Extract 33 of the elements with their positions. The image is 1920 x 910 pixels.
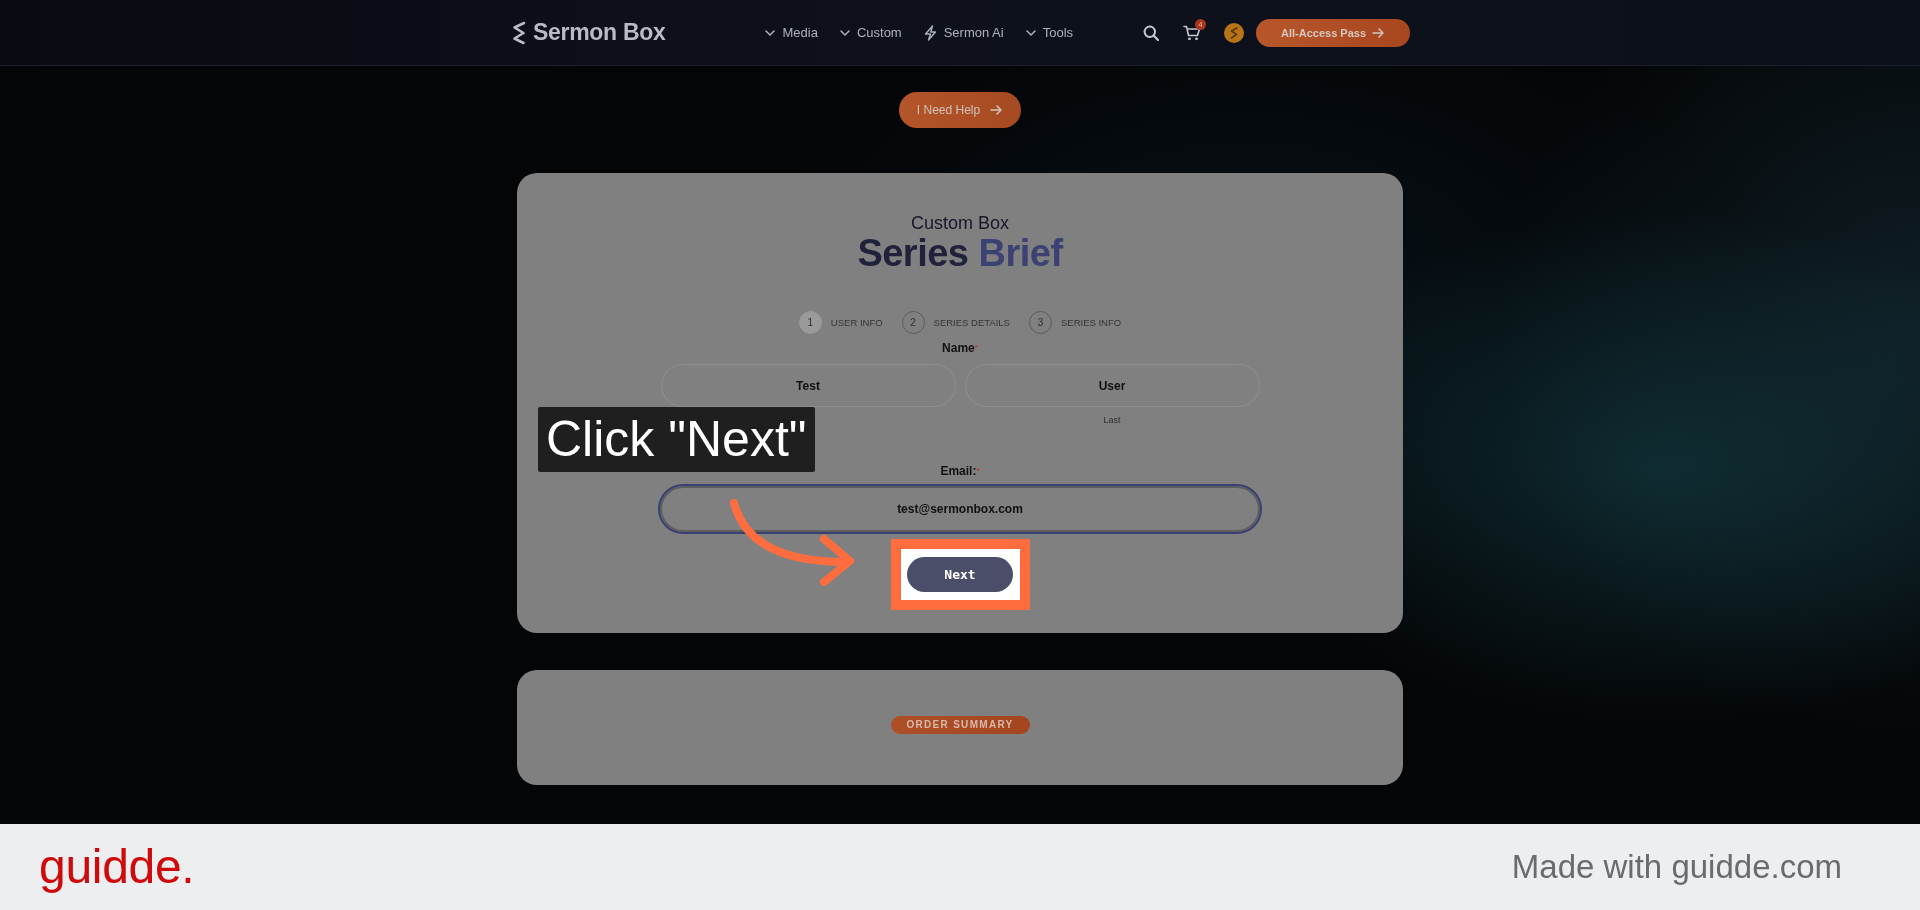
logo-icon[interactable] <box>512 20 526 45</box>
nav-link[interactable]: Tools <box>1025 24 1074 41</box>
step-label: SERIES INFO <box>1060 317 1122 328</box>
email-field[interactable]: test@sermonbox.com <box>658 484 1262 534</box>
brand-name[interactable]: Sermon Box <box>533 19 666 46</box>
name-field[interactable]: User <box>964 364 1260 407</box>
arrow-right-icon <box>1372 27 1384 38</box>
nav-link[interactable]: Custom <box>839 24 902 41</box>
curved-arrow-icon <box>730 499 854 586</box>
nav-link[interactable]: Sermon Ai <box>923 24 1004 41</box>
chevron-down-icon <box>765 29 776 36</box>
chevron-down-icon <box>1025 29 1036 36</box>
step-number: 1 <box>798 311 822 334</box>
step-label: USER INFO <box>830 317 883 328</box>
field-label: Name* <box>942 340 978 356</box>
field-sublabel: Last <box>1102 414 1122 426</box>
cart-icon[interactable] <box>1183 24 1201 41</box>
order-summary-tag: ORDER SUMMARY <box>890 715 1030 734</box>
search-icon[interactable] <box>1143 24 1159 41</box>
step-label: SERIES DETAILS <box>933 317 1010 328</box>
lightning-icon <box>923 24 937 41</box>
next-button[interactable]: Next <box>907 557 1013 592</box>
coin-icon[interactable] <box>1224 22 1244 43</box>
arrow-right-icon <box>990 105 1003 115</box>
instruction-callout: Click "Next" <box>538 407 815 472</box>
form-eyebrow: Custom Box <box>910 213 1009 233</box>
chevron-down-icon <box>839 29 850 36</box>
field-label: Email:* <box>940 463 980 479</box>
name-field[interactable]: Test <box>660 364 956 407</box>
credit-text: Made with guidde.com <box>1511 847 1842 887</box>
nav-link[interactable]: Media <box>765 24 818 41</box>
form-title: Series Brief <box>857 231 1063 275</box>
brand-logo[interactable]: guidde. <box>39 839 195 895</box>
